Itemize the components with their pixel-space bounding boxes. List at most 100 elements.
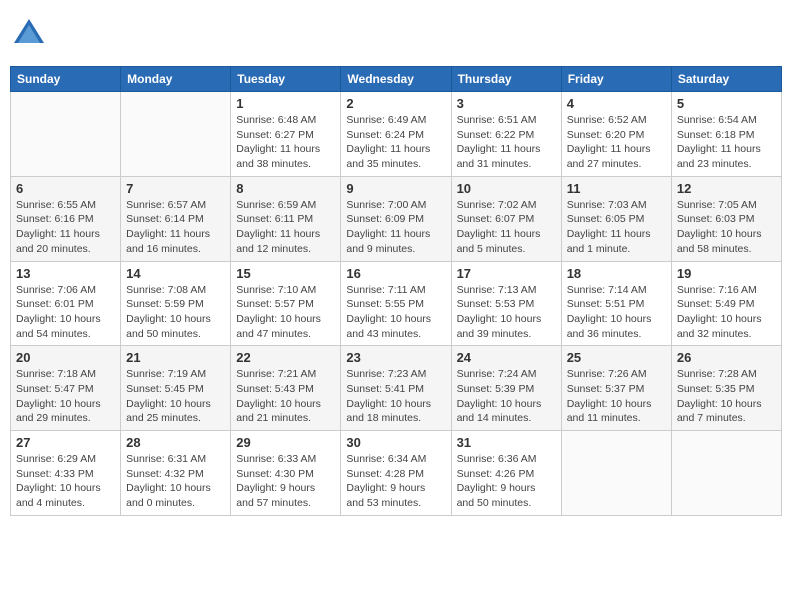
day-number: 27 [16,435,115,450]
day-number: 11 [567,181,666,196]
calendar-cell: 1 Sunrise: 6:48 AM Sunset: 6:27 PM Daylig… [231,92,341,177]
day-info: Sunrise: 6:34 AM Sunset: 4:28 PM Dayligh… [346,452,445,511]
day-number: 31 [457,435,556,450]
day-info: Sunrise: 6:54 AM Sunset: 6:18 PM Dayligh… [677,113,776,172]
day-info: Sunrise: 7:21 AM Sunset: 5:43 PM Dayligh… [236,367,335,426]
calendar-cell: 6 Sunrise: 6:55 AM Sunset: 6:16 PM Daylig… [11,176,121,261]
day-number: 14 [126,266,225,281]
day-number: 5 [677,96,776,111]
calendar-header-row: SundayMondayTuesdayWednesdayThursdayFrid… [11,67,782,92]
logo [10,15,48,58]
calendar-cell: 20 Sunrise: 7:18 AM Sunset: 5:47 PM Dayli… [11,346,121,431]
calendar-cell: 30Sunrise: 6:34 AM Sunset: 4:28 PM Dayli… [341,431,451,516]
logo-icon [10,15,48,58]
day-number: 2 [346,96,445,111]
day-number: 13 [16,266,115,281]
day-number: 3 [457,96,556,111]
header-thursday: Thursday [451,67,561,92]
day-number: 12 [677,181,776,196]
header-wednesday: Wednesday [341,67,451,92]
day-number: 18 [567,266,666,281]
calendar-cell: 19 Sunrise: 7:16 AM Sunset: 5:49 PM Dayli… [671,261,781,346]
day-number: 25 [567,350,666,365]
week-row-5: 27Sunrise: 6:29 AM Sunset: 4:33 PM Dayli… [11,431,782,516]
calendar-cell: 5 Sunrise: 6:54 AM Sunset: 6:18 PM Daylig… [671,92,781,177]
calendar-cell [561,431,671,516]
day-info: Sunrise: 6:48 AM Sunset: 6:27 PM Dayligh… [236,113,335,172]
calendar-cell: 7 Sunrise: 6:57 AM Sunset: 6:14 PM Daylig… [121,176,231,261]
calendar-cell: 18 Sunrise: 7:14 AM Sunset: 5:51 PM Dayli… [561,261,671,346]
day-info: Sunrise: 7:26 AM Sunset: 5:37 PM Dayligh… [567,367,666,426]
day-info: Sunrise: 7:14 AM Sunset: 5:51 PM Dayligh… [567,283,666,342]
calendar-cell: 3Sunrise: 6:51 AM Sunset: 6:22 PM Daylig… [451,92,561,177]
day-number: 23 [346,350,445,365]
day-info: Sunrise: 7:16 AM Sunset: 5:49 PM Dayligh… [677,283,776,342]
calendar-cell: 29 Sunrise: 6:33 AM Sunset: 4:30 PM Dayli… [231,431,341,516]
day-number: 16 [346,266,445,281]
calendar-cell: 17 Sunrise: 7:13 AM Sunset: 5:53 PM Dayli… [451,261,561,346]
header-monday: Monday [121,67,231,92]
day-number: 7 [126,181,225,196]
day-number: 8 [236,181,335,196]
day-info: Sunrise: 7:11 AM Sunset: 5:55 PM Dayligh… [346,283,445,342]
day-info: Sunrise: 7:06 AM Sunset: 6:01 PM Dayligh… [16,283,115,342]
day-info: Sunrise: 6:33 AM Sunset: 4:30 PM Dayligh… [236,452,335,511]
calendar-cell: 11Sunrise: 7:03 AM Sunset: 6:05 PM Dayli… [561,176,671,261]
day-info: Sunrise: 6:36 AM Sunset: 4:26 PM Dayligh… [457,452,556,511]
calendar-cell: 21Sunrise: 7:19 AM Sunset: 5:45 PM Dayli… [121,346,231,431]
day-info: Sunrise: 7:00 AM Sunset: 6:09 PM Dayligh… [346,198,445,257]
calendar-cell: 8 Sunrise: 6:59 AM Sunset: 6:11 PM Daylig… [231,176,341,261]
calendar-cell [121,92,231,177]
calendar-cell: 28Sunrise: 6:31 AM Sunset: 4:32 PM Dayli… [121,431,231,516]
week-row-1: 1 Sunrise: 6:48 AM Sunset: 6:27 PM Daylig… [11,92,782,177]
day-info: Sunrise: 6:59 AM Sunset: 6:11 PM Dayligh… [236,198,335,257]
day-info: Sunrise: 7:05 AM Sunset: 6:03 PM Dayligh… [677,198,776,257]
day-number: 26 [677,350,776,365]
calendar-cell: 12 Sunrise: 7:05 AM Sunset: 6:03 PM Dayli… [671,176,781,261]
day-info: Sunrise: 7:18 AM Sunset: 5:47 PM Dayligh… [16,367,115,426]
day-info: Sunrise: 7:28 AM Sunset: 5:35 PM Dayligh… [677,367,776,426]
day-info: Sunrise: 6:52 AM Sunset: 6:20 PM Dayligh… [567,113,666,172]
day-info: Sunrise: 6:31 AM Sunset: 4:32 PM Dayligh… [126,452,225,511]
calendar-cell: 4 Sunrise: 6:52 AM Sunset: 6:20 PM Daylig… [561,92,671,177]
day-info: Sunrise: 7:13 AM Sunset: 5:53 PM Dayligh… [457,283,556,342]
day-number: 1 [236,96,335,111]
day-info: Sunrise: 7:10 AM Sunset: 5:57 PM Dayligh… [236,283,335,342]
calendar-cell: 22 Sunrise: 7:21 AM Sunset: 5:43 PM Dayli… [231,346,341,431]
day-number: 17 [457,266,556,281]
day-number: 6 [16,181,115,196]
calendar-cell [11,92,121,177]
calendar-cell: 9Sunrise: 7:00 AM Sunset: 6:09 PM Daylig… [341,176,451,261]
calendar-cell: 10Sunrise: 7:02 AM Sunset: 6:07 PM Dayli… [451,176,561,261]
day-number: 22 [236,350,335,365]
day-number: 15 [236,266,335,281]
day-info: Sunrise: 6:55 AM Sunset: 6:16 PM Dayligh… [16,198,115,257]
day-number: 20 [16,350,115,365]
header-tuesday: Tuesday [231,67,341,92]
day-info: Sunrise: 7:08 AM Sunset: 5:59 PM Dayligh… [126,283,225,342]
calendar-cell: 15 Sunrise: 7:10 AM Sunset: 5:57 PM Dayli… [231,261,341,346]
day-info: Sunrise: 7:24 AM Sunset: 5:39 PM Dayligh… [457,367,556,426]
header-saturday: Saturday [671,67,781,92]
day-number: 29 [236,435,335,450]
week-row-3: 13 Sunrise: 7:06 AM Sunset: 6:01 PM Dayli… [11,261,782,346]
calendar-cell: 31 Sunrise: 6:36 AM Sunset: 4:26 PM Dayli… [451,431,561,516]
week-row-2: 6 Sunrise: 6:55 AM Sunset: 6:16 PM Daylig… [11,176,782,261]
day-number: 19 [677,266,776,281]
page-header [10,10,782,58]
week-row-4: 20 Sunrise: 7:18 AM Sunset: 5:47 PM Dayli… [11,346,782,431]
calendar-cell: 14 Sunrise: 7:08 AM Sunset: 5:59 PM Dayli… [121,261,231,346]
calendar-cell [671,431,781,516]
day-number: 4 [567,96,666,111]
calendar-cell: 16 Sunrise: 7:11 AM Sunset: 5:55 PM Dayli… [341,261,451,346]
day-info: Sunrise: 7:19 AM Sunset: 5:45 PM Dayligh… [126,367,225,426]
calendar-cell: 13 Sunrise: 7:06 AM Sunset: 6:01 PM Dayli… [11,261,121,346]
calendar-cell: 24 Sunrise: 7:24 AM Sunset: 5:39 PM Dayli… [451,346,561,431]
day-number: 24 [457,350,556,365]
day-info: Sunrise: 6:49 AM Sunset: 6:24 PM Dayligh… [346,113,445,172]
day-info: Sunrise: 7:23 AM Sunset: 5:41 PM Dayligh… [346,367,445,426]
calendar-cell: 23 Sunrise: 7:23 AM Sunset: 5:41 PM Dayli… [341,346,451,431]
day-info: Sunrise: 7:02 AM Sunset: 6:07 PM Dayligh… [457,198,556,257]
day-info: Sunrise: 6:57 AM Sunset: 6:14 PM Dayligh… [126,198,225,257]
header-friday: Friday [561,67,671,92]
